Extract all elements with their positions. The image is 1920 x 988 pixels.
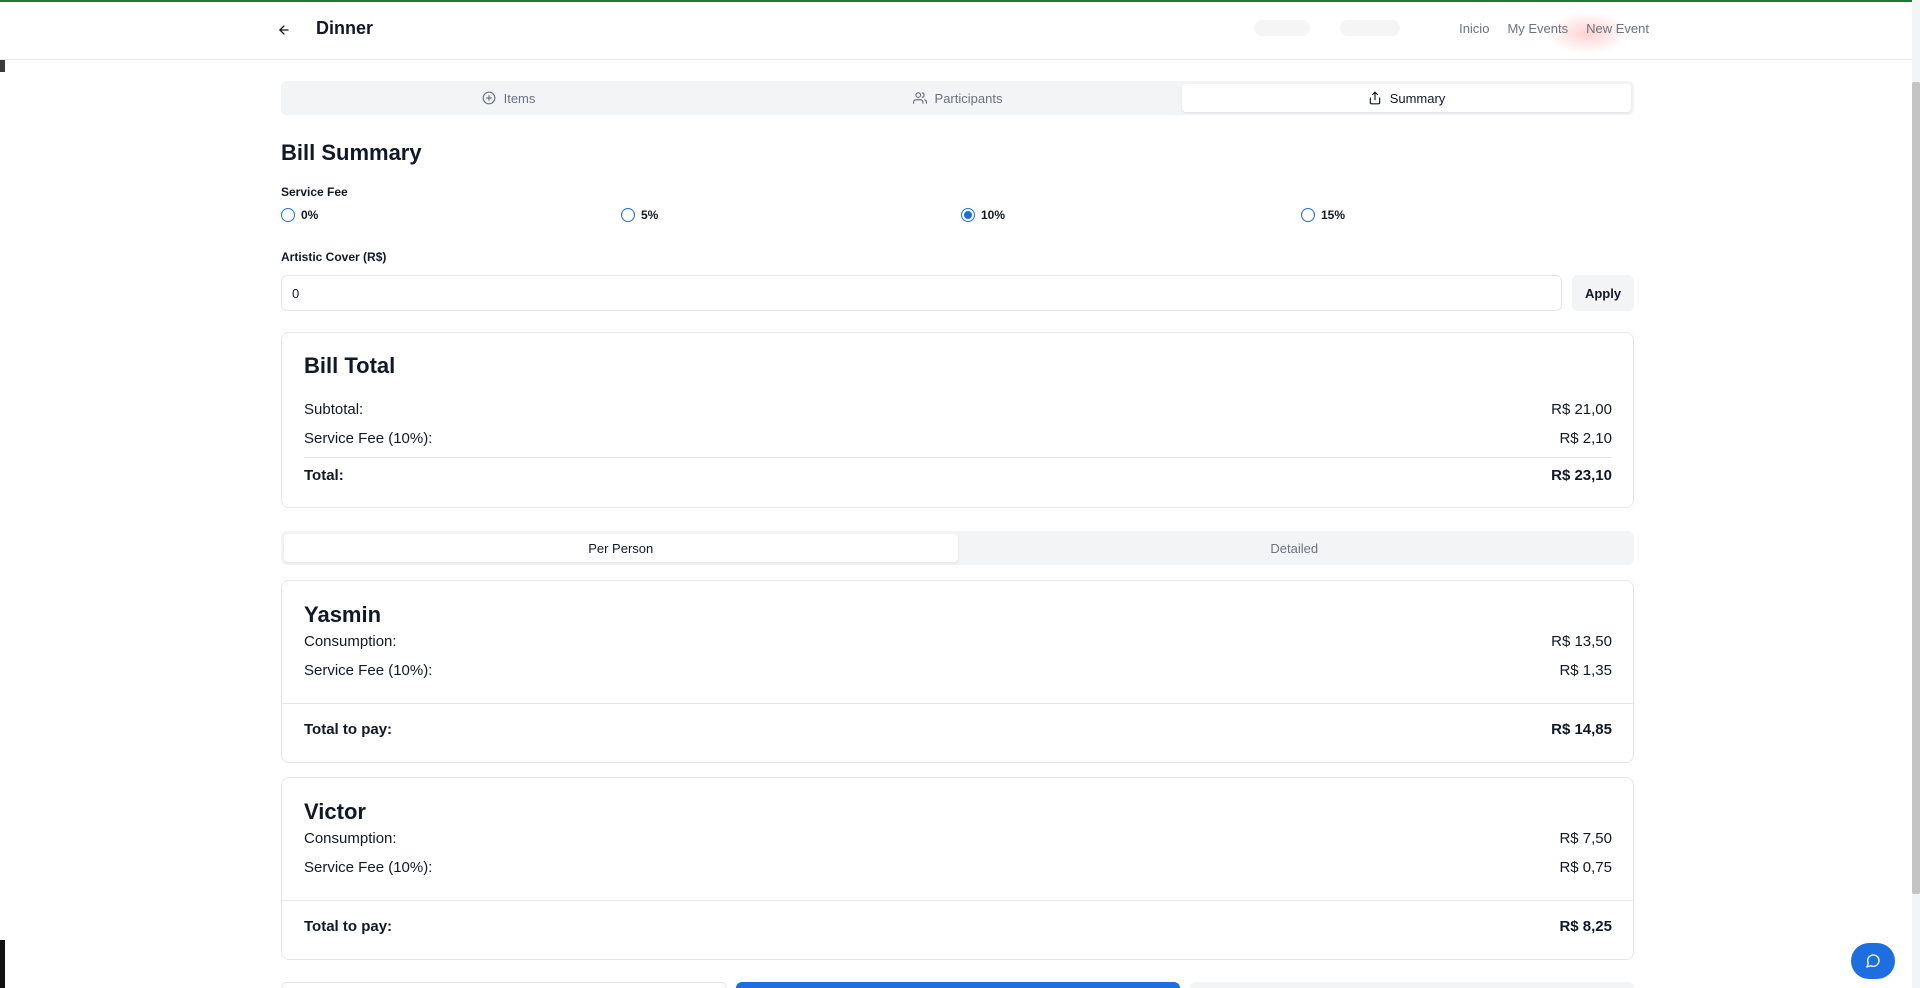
page-title: Dinner <box>316 18 374 38</box>
tab-label: Summary <box>1389 90 1446 106</box>
scrollbar-thumb[interactable] <box>1912 82 1920 894</box>
nav-link-my-events[interactable]: My Events <box>1507 21 1568 36</box>
person-fee-label: Service Fee (10%): <box>304 859 433 876</box>
chat-button[interactable] <box>1851 943 1895 979</box>
app-header: Dinner Inicio My Events New Event <box>0 2 1912 60</box>
service-fee-row-label: Service Fee (10%): <box>304 430 433 447</box>
total-to-pay-label: Total to pay: <box>304 721 393 738</box>
back-button[interactable] <box>272 16 296 44</box>
subtotal-label: Subtotal: <box>304 401 364 418</box>
divider <box>282 900 1633 901</box>
total-to-pay-value: R$ 14,85 <box>1551 721 1612 738</box>
radio-button[interactable] <box>1301 208 1315 222</box>
bill-total-title: Bill Total <box>304 353 396 378</box>
arrow-left-icon <box>279 25 289 35</box>
fee-option-10[interactable]: 10% <box>961 208 1005 222</box>
consumption-value: R$ 7,50 <box>1559 830 1612 847</box>
person-fee-value: R$ 0,75 <box>1559 859 1612 876</box>
total-label: Total: <box>304 467 344 484</box>
bottom-action-button-primary[interactable] <box>736 982 1180 988</box>
subtotal-value: R$ 21,00 <box>1551 401 1612 418</box>
consumption-value: R$ 13,50 <box>1551 633 1612 650</box>
tab-items[interactable]: Items <box>284 84 733 112</box>
blurred-element <box>1254 20 1310 36</box>
nav-link-new-event[interactable]: New Event <box>1586 21 1649 36</box>
top-nav: Inicio My Events New Event <box>1459 21 1649 36</box>
artistic-cover-label: Artistic Cover (R$) <box>281 250 387 264</box>
person-card: Victor Consumption: R$ 7,50 Service Fee … <box>281 777 1634 960</box>
bottom-action-button-right[interactable] <box>1190 982 1634 988</box>
consumption-label: Consumption: <box>304 830 397 847</box>
total-to-pay-label: Total to pay: <box>304 918 393 935</box>
fee-option-label: 10% <box>981 208 1006 222</box>
divider <box>304 457 1612 458</box>
fee-option-5[interactable]: 5% <box>621 208 658 222</box>
fee-option-0[interactable]: 0% <box>281 208 318 222</box>
apply-button[interactable]: Apply <box>1572 275 1634 311</box>
tab-label: Items <box>503 90 536 106</box>
radio-button-checked[interactable] <box>961 208 975 222</box>
tab-summary[interactable]: Summary <box>1182 84 1631 112</box>
bill-summary-title: Bill Summary <box>281 140 422 165</box>
bill-total-card: Bill Total Subtotal: R$ 21,00 Service Fe… <box>281 332 1634 508</box>
nav-link-inicio[interactable]: Inicio <box>1459 21 1489 36</box>
event-tabs: Items Participants Summary <box>281 81 1634 115</box>
users-icon <box>912 92 927 104</box>
fee-option-15[interactable]: 15% <box>1301 208 1345 222</box>
person-card: Yasmin Consumption: R$ 13,50 Service Fee… <box>281 580 1634 763</box>
artistic-cover-input[interactable] <box>281 275 1562 311</box>
fee-option-label: 15% <box>1321 208 1346 222</box>
tab-participants[interactable]: Participants <box>733 84 1182 112</box>
person-name: Victor <box>304 799 366 824</box>
fee-option-label: 5% <box>641 208 659 222</box>
person-name: Yasmin <box>304 602 382 627</box>
service-fee-row-value: R$ 2,10 <box>1559 430 1612 447</box>
tab-detailed[interactable]: Detailed <box>958 534 1632 562</box>
radio-button[interactable] <box>621 208 635 222</box>
total-value: R$ 23,10 <box>1551 467 1612 484</box>
divider <box>282 703 1633 704</box>
tab-per-person[interactable]: Per Person <box>284 534 958 562</box>
plus-circle-icon <box>482 91 496 105</box>
service-fee-options: 0% 5% 10% 15% <box>281 208 1641 226</box>
total-to-pay-value: R$ 8,25 <box>1559 918 1612 935</box>
person-fee-label: Service Fee (10%): <box>304 662 433 679</box>
consumption-label: Consumption: <box>304 633 397 650</box>
person-fee-value: R$ 1,35 <box>1559 662 1612 679</box>
breakdown-tabs: Per Person Detailed <box>281 531 1634 565</box>
blurred-element <box>1340 20 1400 36</box>
scrollbar-track[interactable] <box>1912 0 1920 988</box>
share-icon <box>1369 91 1380 105</box>
bottom-action-button-left[interactable] <box>281 982 727 988</box>
radio-button[interactable] <box>281 208 295 222</box>
tab-label: Participants <box>934 90 1003 106</box>
left-edge-mark-bottom <box>0 940 5 988</box>
service-fee-label: Service Fee <box>281 185 348 199</box>
chat-bubble-icon <box>1866 954 1880 968</box>
fee-option-label: 0% <box>301 208 319 222</box>
